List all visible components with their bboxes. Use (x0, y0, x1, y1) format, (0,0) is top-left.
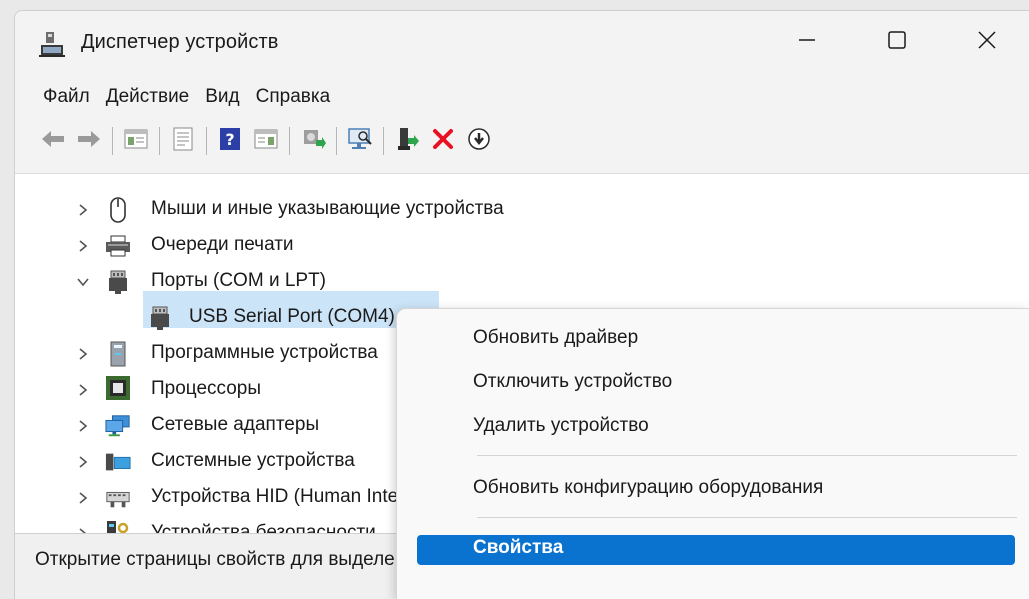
tree-item-mice[interactable]: Мыши и иные указывающие устройства (15, 192, 1029, 228)
update-driver-icon (300, 126, 326, 157)
disable-device-icon (467, 127, 491, 156)
system-device-icon (105, 449, 131, 475)
menu-item-uninstall-device[interactable]: Удалить устройство (473, 415, 649, 437)
device-manager-app-icon (37, 29, 67, 59)
update-driver-button[interactable] (297, 125, 329, 157)
action-pane-button[interactable] (250, 125, 282, 157)
enable-device-button[interactable] (391, 125, 423, 157)
toolbar-separator (206, 127, 207, 155)
chevron-right-icon[interactable] (75, 346, 91, 362)
tree-item-label: Процессоры (151, 378, 262, 399)
help-button[interactable]: ? (214, 125, 246, 157)
chevron-down-icon[interactable] (75, 274, 91, 290)
tree-item-ports[interactable]: Порты (COM и LPT) (15, 264, 1029, 300)
context-menu: Обновить драйвер Отключить устройство Уд… (396, 308, 1029, 599)
uninstall-device-button[interactable] (427, 125, 459, 157)
menu-bar: Файл Действие Вид Справка (41, 83, 338, 111)
network-adapter-icon (105, 413, 131, 439)
tree-item-label: Программные устройства (151, 342, 378, 363)
toolbar-separator (289, 127, 290, 155)
toolbar-separator (159, 127, 160, 155)
maximize-icon (887, 30, 907, 55)
title-bar: Диспетчер устройств (15, 11, 1029, 75)
menu-separator (477, 517, 1017, 518)
minimize-icon (797, 30, 817, 55)
menu-separator (477, 455, 1017, 456)
menu-item-properties[interactable]: Свойства (417, 535, 1015, 565)
software-device-icon (105, 341, 131, 367)
menu-item-disable-device[interactable]: Отключить устройство (473, 371, 672, 393)
port-icon (147, 305, 173, 331)
scan-hardware-button[interactable] (344, 125, 376, 157)
enable-device-icon (394, 126, 420, 157)
close-icon (977, 30, 997, 55)
back-button[interactable] (37, 125, 69, 157)
toolbar-separator (383, 127, 384, 155)
menu-view[interactable]: Вид (197, 83, 247, 111)
chevron-right-icon[interactable] (75, 382, 91, 398)
tree-item-label: Порты (COM и LPT) (151, 270, 327, 291)
tree-item-label: Мыши и иные указывающие устройства (151, 198, 504, 219)
forward-button[interactable] (73, 125, 105, 157)
chevron-right-icon[interactable] (75, 490, 91, 506)
forward-icon (76, 128, 102, 155)
processor-icon (105, 375, 131, 401)
hid-icon (105, 485, 131, 511)
printer-icon (105, 233, 131, 259)
chevron-right-icon[interactable] (75, 418, 91, 434)
chevron-right-icon[interactable] (75, 238, 91, 254)
menu-item-update-driver[interactable]: Обновить драйвер (473, 327, 638, 349)
menu-action[interactable]: Действие (98, 83, 198, 111)
chevron-right-icon[interactable] (75, 454, 91, 470)
properties-icon (172, 127, 194, 156)
tree-item-label: Сетевые адаптеры (151, 414, 320, 435)
toolbar-separator (336, 127, 337, 155)
show-hide-console-tree-button[interactable] (120, 125, 152, 157)
tree-item-label: Системные устройства (151, 450, 355, 471)
toolbar: ? (37, 123, 499, 159)
maximize-button[interactable] (857, 11, 937, 73)
uninstall-device-icon (431, 127, 455, 156)
minimize-button[interactable] (767, 11, 847, 73)
window-title: Диспетчер устройств (81, 31, 279, 53)
mouse-icon (105, 197, 131, 223)
menu-item-scan-hardware[interactable]: Обновить конфигурацию оборудования (473, 477, 823, 499)
svg-text:?: ? (225, 130, 234, 149)
tree-item-print-queues[interactable]: Очереди печати (15, 228, 1029, 264)
close-button[interactable] (947, 11, 1027, 73)
scan-hardware-icon (346, 126, 374, 157)
menu-help[interactable]: Справка (248, 83, 339, 111)
help-icon: ? (219, 127, 241, 156)
action-pane-icon (254, 128, 278, 155)
toolbar-separator (112, 127, 113, 155)
port-icon (105, 269, 131, 295)
menu-item-properties-label: Свойства (473, 537, 564, 558)
console-tree-icon (124, 128, 148, 155)
menu-file[interactable]: Файл (41, 83, 98, 111)
properties-button[interactable] (167, 125, 199, 157)
chevron-right-icon[interactable] (75, 202, 91, 218)
tree-item-label: Очереди печати (151, 234, 294, 255)
disable-device-button[interactable] (463, 125, 495, 157)
back-icon (40, 128, 66, 155)
tree-item-label: USB Serial Port (COM4) (189, 306, 395, 327)
